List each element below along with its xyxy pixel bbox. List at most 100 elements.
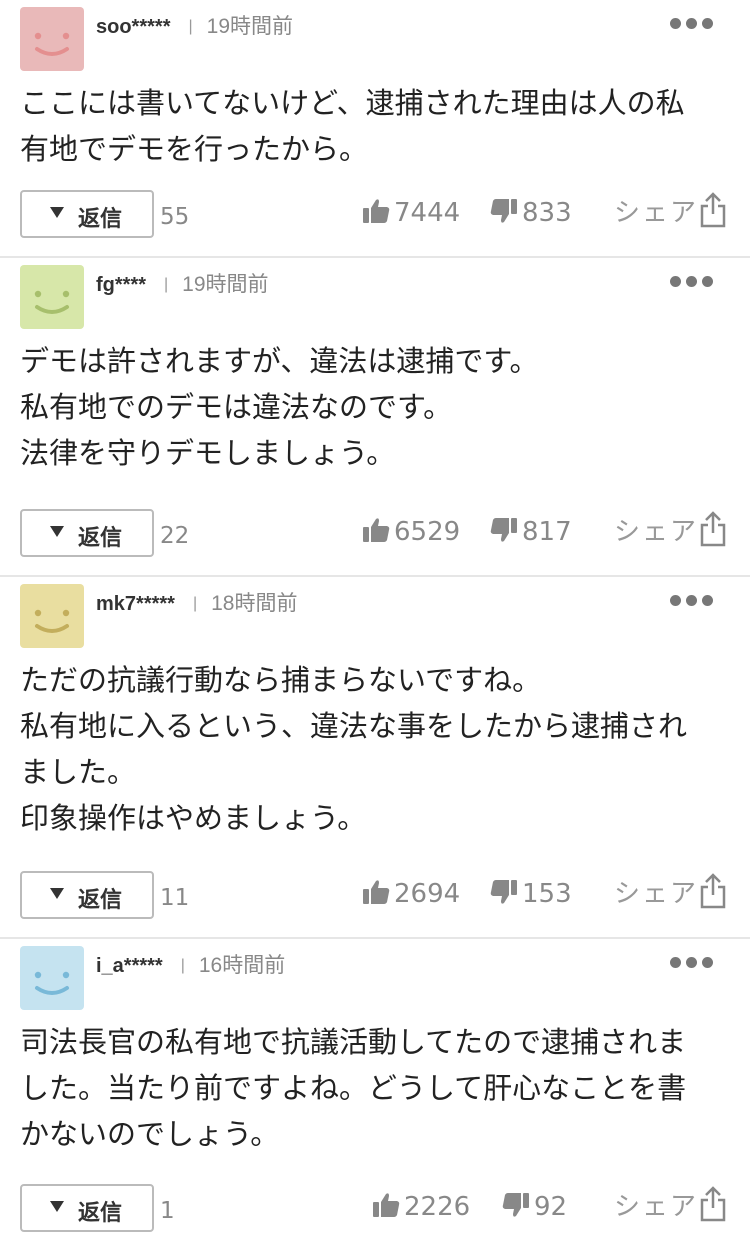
smiley-face-icon <box>34 290 70 314</box>
comment-item: i_a***** | 16時間前 司法長官の私有地で抗議活動してたので逮捕されま し… <box>0 939 750 1240</box>
meta-divider: | <box>192 595 198 612</box>
meta-divider: | <box>164 276 169 293</box>
avatar[interactable] <box>20 584 84 648</box>
comment-list: soo***** | 19時間前 ここには書いてないけど、逮捕された理由は人の私 有… <box>0 0 750 1240</box>
smiley-face-icon <box>34 609 70 633</box>
comment-text: 司法長官の私有地で抗議活動してたので逮捕されま した。当たり前ですよね。どうして… <box>20 1019 720 1157</box>
user-meta: soo***** | 19時間前 <box>96 10 293 40</box>
comment-line: 私有地に入るという、違法な事をしたから逮捕され <box>20 709 688 743</box>
comment-actions: 返信 11 2694 153 シェア <box>20 871 726 919</box>
share-label: シェア <box>613 517 698 547</box>
comment-line: 法律を守りデモしましょう。 <box>20 436 396 470</box>
user-name[interactable]: i_a***** <box>96 955 163 977</box>
post-time: 19時間前 <box>206 15 293 38</box>
comment-text: ただの抗議行動なら捕まらないですね。 私有地に入るという、違法な事をしたから逮捕… <box>20 657 720 841</box>
triangle-down-icon <box>50 207 64 218</box>
share-button[interactable]: シェア <box>613 510 726 551</box>
thumbs-up-icon <box>363 198 390 223</box>
comment-line: 有地でデモを行ったから。 <box>20 132 369 166</box>
user-name[interactable]: fg**** <box>96 274 146 296</box>
thumbs-down-icon <box>490 198 517 223</box>
share-button[interactable]: シェア <box>613 1185 726 1226</box>
like-count: 2694 <box>394 879 461 909</box>
user-meta: mk7***** | 18時間前 <box>96 587 297 617</box>
comment-line: デモは許されますが、違法は逮捕です。 <box>20 344 539 378</box>
comment-actions: 返信 1 2226 92 シェア <box>20 1184 726 1232</box>
share-button[interactable]: シェア <box>613 191 726 232</box>
comment-text: デモは許されますが、違法は逮捕です。 私有地でのデモは違法なのです。 法律を守り… <box>20 338 720 476</box>
user-name[interactable]: mk7***** <box>96 593 175 615</box>
dislike-count: 833 <box>522 198 572 228</box>
reply-button[interactable]: 返信 <box>20 871 154 919</box>
like-button[interactable]: 2694 <box>362 879 460 909</box>
share-label: シェア <box>613 1192 698 1222</box>
avatar[interactable] <box>20 7 84 71</box>
reply-count: 11 <box>160 885 190 911</box>
dislike-button[interactable]: 92 <box>502 1192 567 1222</box>
triangle-down-icon <box>50 888 64 899</box>
like-count: 7444 <box>394 198 461 228</box>
share-button[interactable]: シェア <box>613 872 726 913</box>
reply-label: 返信 <box>78 1200 123 1225</box>
comment-item: soo***** | 19時間前 ここには書いてないけど、逮捕された理由は人の私 有… <box>0 0 750 258</box>
more-options-button[interactable] <box>670 957 714 969</box>
post-time: 18時間前 <box>211 592 298 615</box>
comment-line: かないのでしょう。 <box>20 1117 280 1151</box>
triangle-down-icon <box>50 1201 64 1212</box>
comment-line: 印象操作はやめましょう。 <box>20 801 367 835</box>
comment-item: fg**** | 19時間前 デモは許されますが、違法は逮捕です。 私有地でのデモは… <box>0 258 750 577</box>
reply-count: 22 <box>160 523 190 549</box>
dislike-button[interactable]: 153 <box>490 879 572 909</box>
like-count: 6529 <box>394 517 461 547</box>
share-icon <box>700 872 726 908</box>
share-icon <box>700 510 726 546</box>
like-button[interactable]: 2226 <box>372 1192 470 1222</box>
thumbs-up-icon <box>363 879 390 904</box>
meta-divider: | <box>188 18 193 35</box>
comment-line: ました。 <box>20 755 137 789</box>
thumbs-down-icon <box>502 1192 529 1217</box>
smiley-face-icon <box>34 971 70 995</box>
reply-label: 返信 <box>78 525 123 550</box>
smiley-face-icon <box>34 32 70 56</box>
post-time: 16時間前 <box>198 954 286 977</box>
share-icon <box>700 191 726 227</box>
reply-button[interactable]: 返信 <box>20 509 154 557</box>
comment-item: mk7***** | 18時間前 ただの抗議行動なら捕まらないですね。 私有地に入る… <box>0 577 750 939</box>
comment-line: ただの抗議行動なら捕まらないですね。 <box>20 663 542 697</box>
dislike-button[interactable]: 833 <box>490 198 572 228</box>
user-name[interactable]: soo***** <box>96 16 170 38</box>
comment-line: した。当たり前ですよね。どうして肝心なことを書 <box>20 1071 687 1105</box>
comment-actions: 返信 55 7444 833 シェア <box>20 190 726 238</box>
reply-count: 1 <box>160 1198 175 1224</box>
comment-line: ここには書いてないけど、逮捕された理由は人の私 <box>20 86 685 120</box>
post-time: 19時間前 <box>182 273 269 296</box>
comment-line: 司法長官の私有地で抗議活動してたので逮捕されま <box>20 1025 687 1059</box>
like-count: 2226 <box>404 1192 471 1222</box>
like-button[interactable]: 6529 <box>362 517 460 547</box>
more-options-button[interactable] <box>670 276 714 288</box>
share-icon <box>700 1185 726 1221</box>
comment-actions: 返信 22 6529 817 シェア <box>20 509 726 557</box>
more-options-button[interactable] <box>670 595 714 607</box>
triangle-down-icon <box>50 526 64 537</box>
more-options-button[interactable] <box>670 18 714 30</box>
dislike-button[interactable]: 817 <box>490 517 572 547</box>
thumbs-down-icon <box>490 517 517 542</box>
share-label: シェア <box>613 879 698 909</box>
avatar[interactable] <box>20 946 84 1010</box>
reply-label: 返信 <box>78 887 123 912</box>
share-label: シェア <box>613 198 698 228</box>
comment-text: ここには書いてないけど、逮捕された理由は人の私 有地でデモを行ったから。 <box>20 80 720 172</box>
reply-button[interactable]: 返信 <box>20 1184 154 1232</box>
avatar[interactable] <box>20 265 84 329</box>
comment-line: 私有地でのデモは違法なのです。 <box>20 390 453 424</box>
like-button[interactable]: 7444 <box>362 198 460 228</box>
dislike-count: 153 <box>522 879 572 909</box>
thumbs-up-icon <box>363 517 390 542</box>
user-meta: fg**** | 19時間前 <box>96 268 269 298</box>
reply-label: 返信 <box>78 206 123 231</box>
reply-button[interactable]: 返信 <box>20 190 154 238</box>
user-meta: i_a***** | 16時間前 <box>96 949 285 979</box>
meta-divider: | <box>180 957 185 974</box>
